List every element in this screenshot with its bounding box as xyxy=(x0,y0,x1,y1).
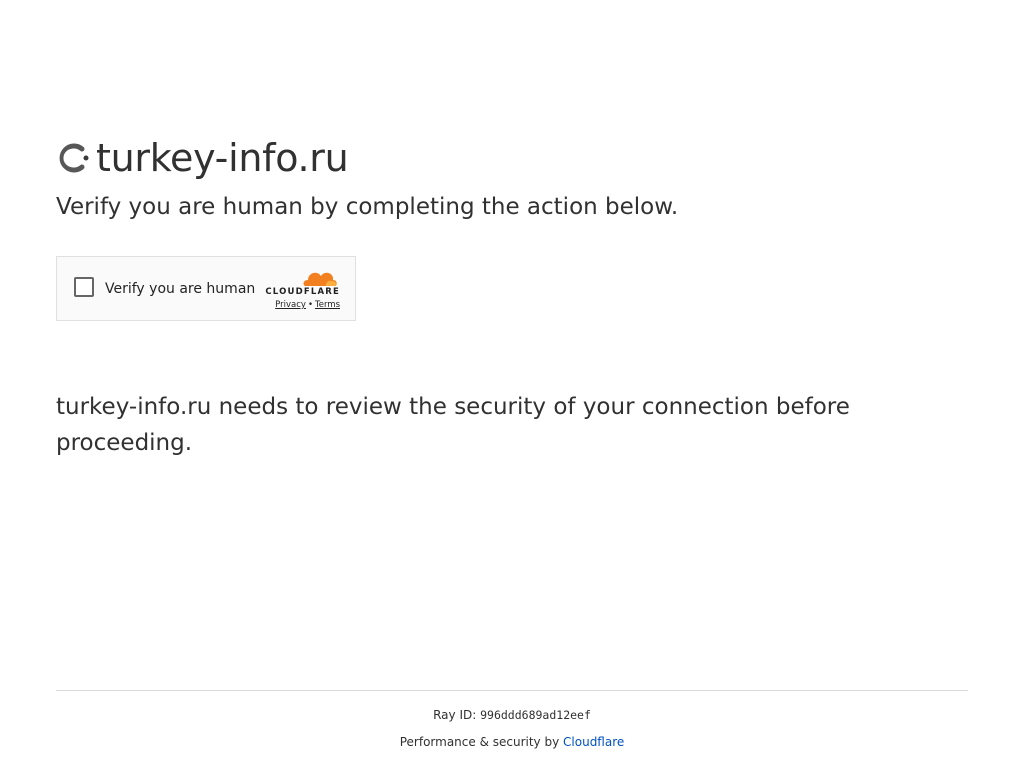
ray-id-line: Ray ID: 996ddd689ad12eef xyxy=(0,706,1024,724)
verify-checkbox[interactable] xyxy=(74,277,94,297)
loading-spinner-icon xyxy=(56,141,90,175)
footer-divider xyxy=(56,690,968,691)
widget-links: Privacy • Terms xyxy=(275,300,340,310)
ray-id-label: Ray ID: xyxy=(433,708,477,722)
cloudflare-wordmark: CLOUDFLARE xyxy=(265,287,340,297)
cloudflare-brand: CLOUDFLARE Privacy • Terms xyxy=(262,267,340,313)
terms-link[interactable]: Terms xyxy=(315,300,340,310)
turnstile-widget: Verify you are human CLOUDFLARE Privacy •… xyxy=(56,256,356,321)
privacy-link[interactable]: Privacy xyxy=(275,300,306,310)
cloudflare-link[interactable]: Cloudflare xyxy=(563,735,624,749)
performance-line: Performance & security by Cloudflare xyxy=(0,733,1024,751)
link-separator: • xyxy=(307,300,313,310)
performance-text: Performance & security by xyxy=(399,735,560,749)
ray-id-value: 996ddd689ad12eef xyxy=(480,708,591,722)
page-subtitle: Verify you are human by completing the a… xyxy=(56,194,679,220)
site-header: turkey-info.ru xyxy=(56,134,349,182)
challenge-page: turkey-info.ru Verify you are human by c… xyxy=(0,0,1024,768)
verify-label[interactable]: Verify you are human xyxy=(105,279,255,299)
security-message: turkey-info.ru needs to review the secur… xyxy=(56,394,850,456)
site-name: turkey-info.ru xyxy=(96,136,349,180)
